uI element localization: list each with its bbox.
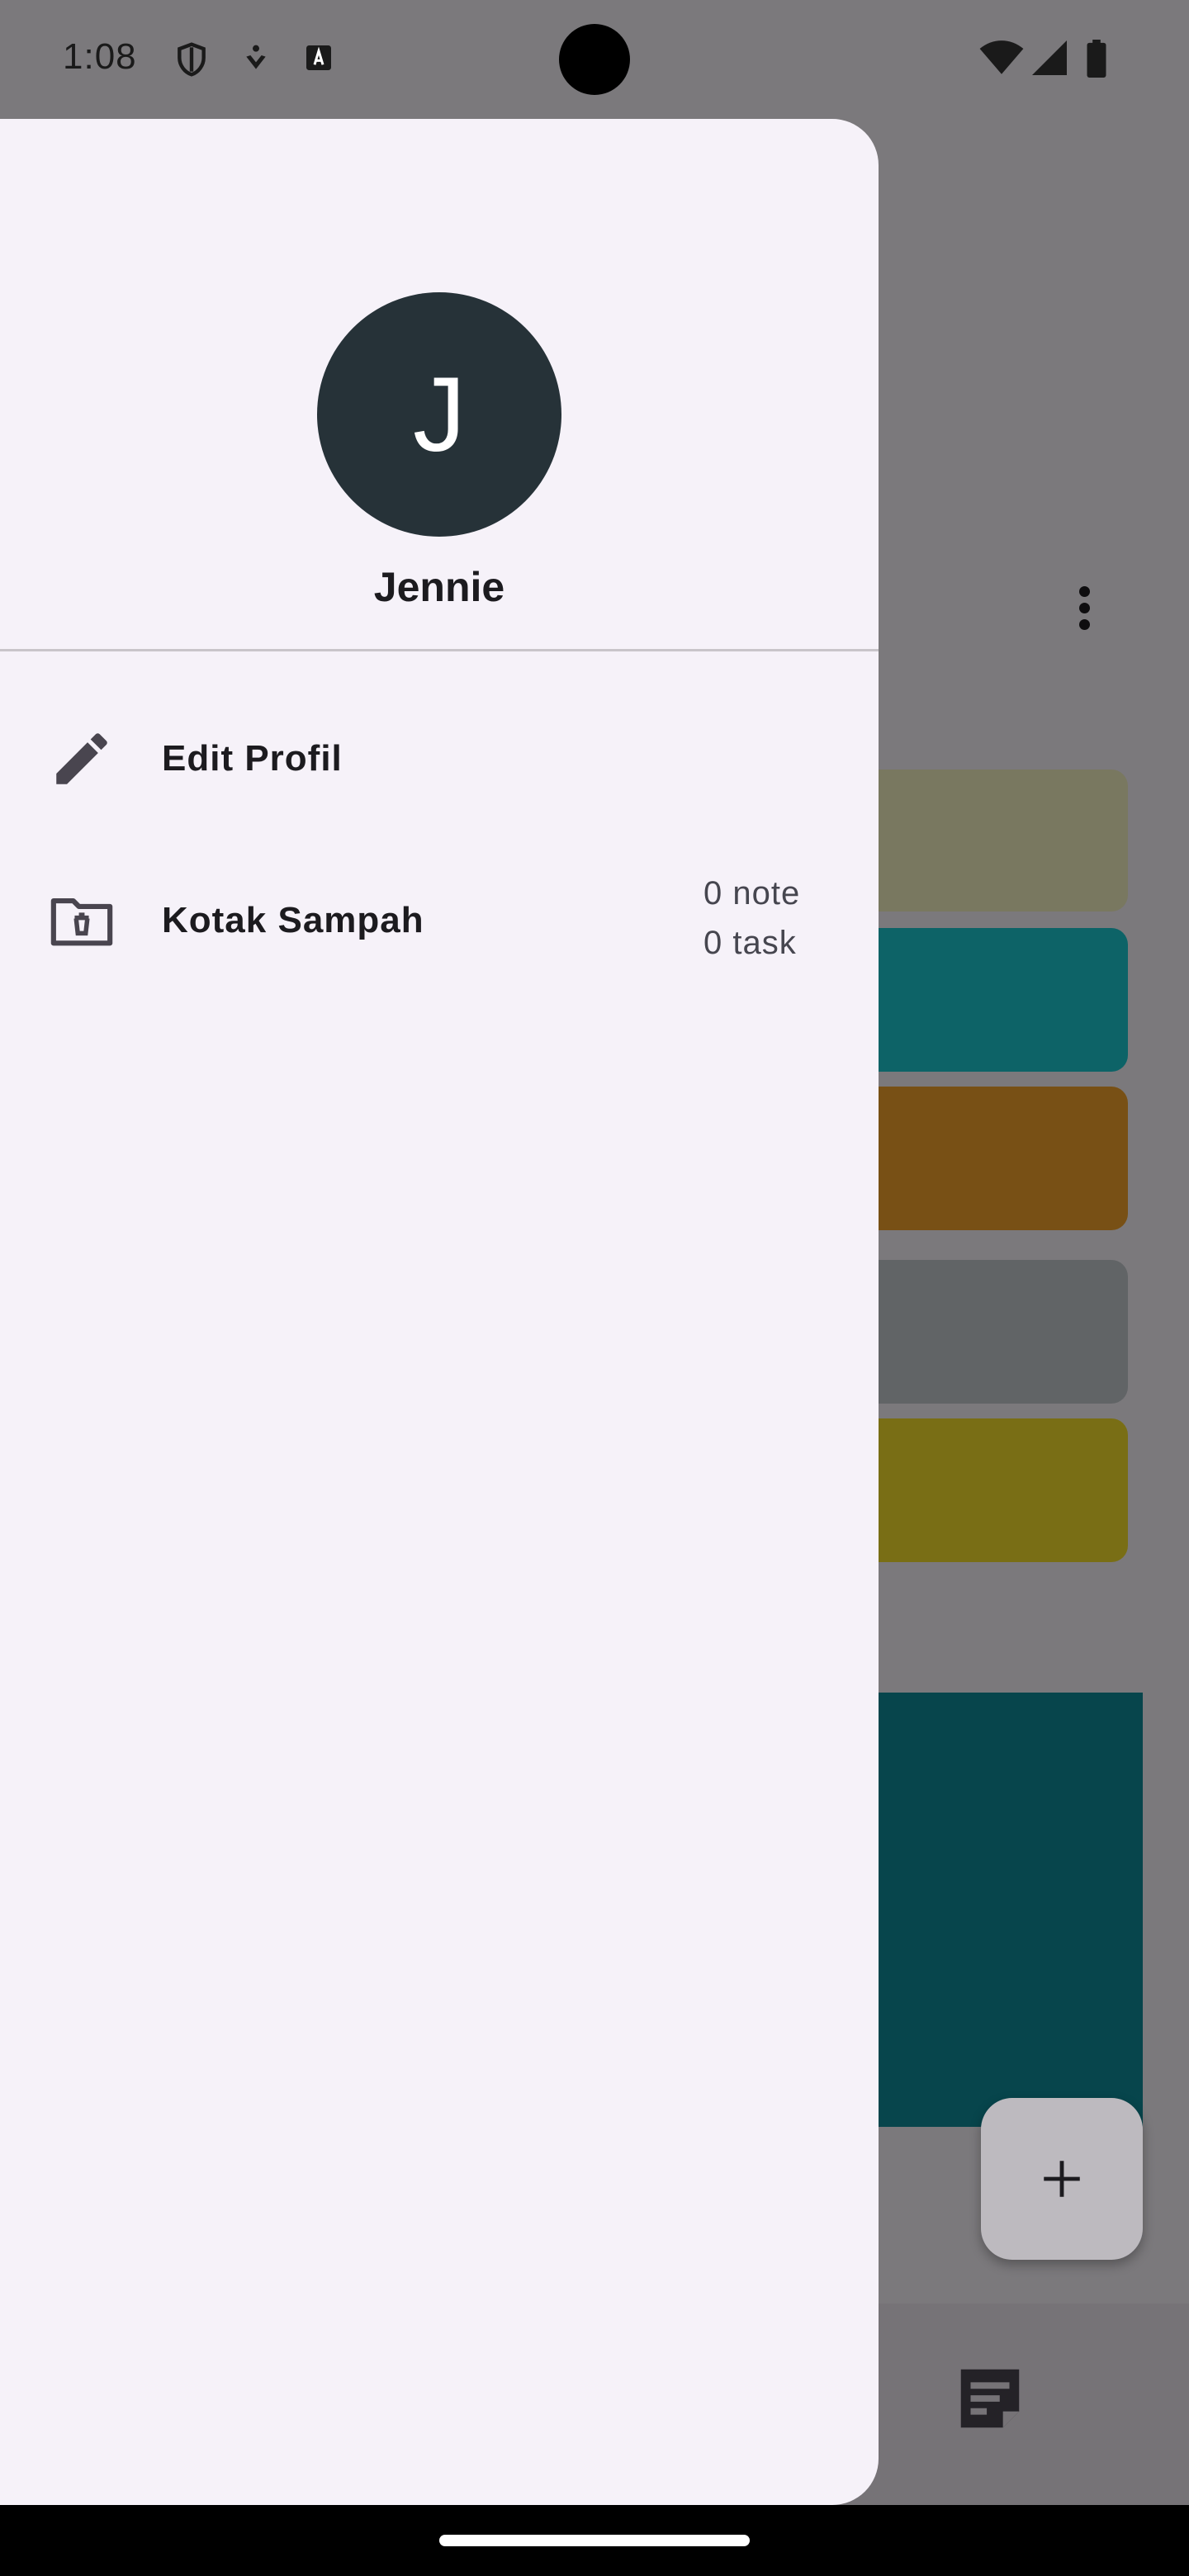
avatar[interactable]: J bbox=[317, 292, 561, 537]
trash-task-count: 0 task bbox=[703, 925, 797, 961]
status-time: 1:08 bbox=[63, 36, 137, 77]
battery-icon bbox=[1087, 40, 1106, 78]
shield-icon bbox=[178, 42, 206, 77]
trash-note-count: 0 note bbox=[703, 875, 801, 912]
keyboard-a-icon bbox=[306, 45, 331, 70]
plus-icon bbox=[1044, 2161, 1080, 2197]
drawer-item-edit-profile[interactable]: Edit Profil bbox=[0, 694, 879, 826]
drawer-item-trash[interactable]: Kotak Sampah 0 note 0 task bbox=[0, 855, 879, 987]
trash-counts: 0 note 0 task bbox=[703, 869, 800, 968]
home-gesture-handle[interactable] bbox=[439, 2535, 750, 2546]
wifi-icon bbox=[979, 40, 1024, 74]
cell-signal-icon bbox=[1032, 40, 1067, 75]
avatar-initial: J bbox=[413, 355, 466, 474]
status-bar: 1:08 bbox=[0, 0, 1189, 119]
add-note-button[interactable] bbox=[981, 2098, 1143, 2260]
divider bbox=[0, 649, 879, 651]
accessibility-icon bbox=[246, 45, 266, 69]
folder-trash-icon bbox=[50, 898, 113, 946]
drawer-item-label: Kotak Sampah bbox=[162, 900, 424, 940]
user-name: Jennie bbox=[373, 564, 505, 610]
front-camera bbox=[559, 24, 630, 95]
navigation-drawer: J Jennie Edit Profil Kotak Sampah 0 note… bbox=[0, 119, 879, 2505]
drawer-item-label: Edit Profil bbox=[162, 738, 343, 779]
edit-icon bbox=[56, 733, 107, 784]
system-nav-bar bbox=[0, 2505, 1189, 2576]
